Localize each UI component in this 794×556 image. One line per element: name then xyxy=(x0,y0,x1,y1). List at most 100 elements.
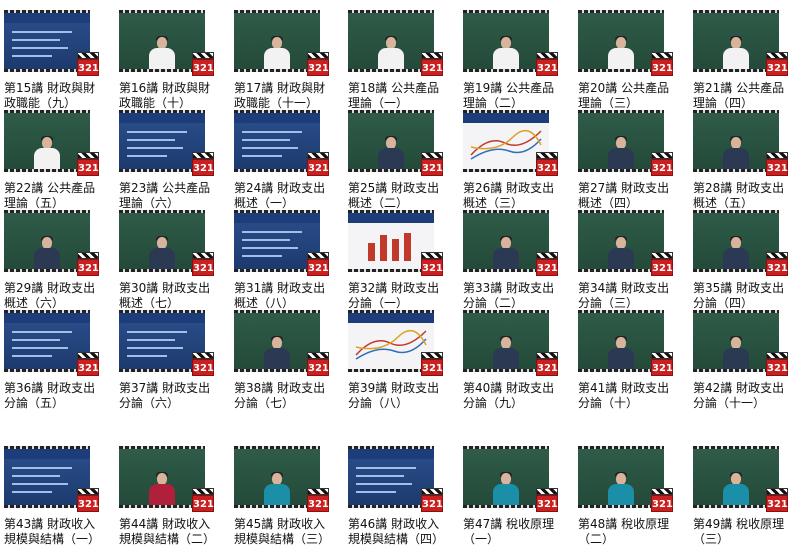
lecture-title[interactable]: 第18講 公共產品理論（一） xyxy=(348,81,448,111)
video-thumbnail[interactable]: 321 xyxy=(463,110,558,176)
lecture-tile[interactable]: 321 第36講 財政支出分論（五） xyxy=(4,310,110,411)
video-thumbnail[interactable]: 321 xyxy=(234,310,329,376)
lecture-title[interactable]: 第33講 財政支出分論（二） xyxy=(463,281,563,311)
lecture-title[interactable]: 第40講 財政支出分論（九） xyxy=(463,381,563,411)
lecture-title[interactable]: 第22講 公共產品理論（五） xyxy=(4,181,104,211)
lecture-tile[interactable]: 321 第45講 財政收入規模與結構（三） xyxy=(234,446,340,547)
lecture-tile[interactable]: 321 第32講 財政支出分論（一） xyxy=(348,210,454,311)
lecture-tile[interactable]: 321 第42講 財政支出分論（十一） xyxy=(693,310,794,411)
lecture-title[interactable]: 第25講 財政支出概述（二） xyxy=(348,181,448,211)
video-thumbnail[interactable]: 321 xyxy=(119,10,214,76)
lecture-tile[interactable]: 321 第29講 財政支出概述（六） xyxy=(4,210,110,311)
lecture-tile[interactable]: 321 第24講 財政支出概述（一） xyxy=(234,110,340,211)
video-thumbnail[interactable]: 321 xyxy=(4,10,99,76)
lecture-tile[interactable]: 321 第44講 財政收入規模與結構（二） xyxy=(119,446,225,547)
lecture-title[interactable]: 第36講 財政支出分論（五） xyxy=(4,381,104,411)
video-thumbnail[interactable]: 321 xyxy=(234,10,329,76)
lecture-title[interactable]: 第20講 公共產品理論（三） xyxy=(578,81,678,111)
video-thumbnail[interactable]: 321 xyxy=(348,10,443,76)
video-thumbnail[interactable]: 321 xyxy=(234,110,329,176)
lecture-tile[interactable]: 321 第37講 財政支出分論（六） xyxy=(119,310,225,411)
lecture-title[interactable]: 第45講 財政收入規模與結構（三） xyxy=(234,517,334,547)
lecture-title[interactable]: 第44講 財政收入規模與結構（二） xyxy=(119,517,219,547)
lecture-tile[interactable]: 321 第16講 財政與財政職能（十） xyxy=(119,10,225,111)
lecture-tile[interactable]: 321 第33講 財政支出分論（二） xyxy=(463,210,569,311)
video-thumbnail[interactable]: 321 xyxy=(119,210,214,276)
video-thumbnail[interactable]: 321 xyxy=(693,210,788,276)
lecture-title[interactable]: 第19講 公共產品理論（二） xyxy=(463,81,563,111)
lecture-title[interactable]: 第24講 財政支出概述（一） xyxy=(234,181,334,211)
video-thumbnail[interactable]: 321 xyxy=(463,446,558,512)
lecture-tile[interactable]: 321 第18講 公共產品理論（一） xyxy=(348,10,454,111)
lecture-tile[interactable]: 321 第48講 稅收原理（二） xyxy=(578,446,684,547)
lecture-title[interactable]: 第39講 財政支出分論（八） xyxy=(348,381,448,411)
lecture-title[interactable]: 第38講 財政支出分論（七） xyxy=(234,381,334,411)
lecture-title[interactable]: 第47講 稅收原理（一） xyxy=(463,517,563,547)
lecture-title[interactable]: 第16講 財政與財政職能（十） xyxy=(119,81,219,111)
lecture-title[interactable]: 第21講 公共產品理論（四） xyxy=(693,81,793,111)
video-thumbnail[interactable]: 321 xyxy=(578,210,673,276)
video-thumbnail[interactable]: 321 xyxy=(4,446,99,512)
lecture-tile[interactable]: 321 第19講 公共產品理論（二） xyxy=(463,10,569,111)
lecture-tile[interactable]: 321 第46講 財政收入規模與結構（四） xyxy=(348,446,454,547)
video-thumbnail[interactable]: 321 xyxy=(234,446,329,512)
video-thumbnail[interactable]: 321 xyxy=(119,446,214,512)
lecture-tile[interactable]: 321 第22講 公共產品理論（五） xyxy=(4,110,110,211)
lecture-tile[interactable]: 321 第23講 公共產品理論（六） xyxy=(119,110,225,211)
lecture-tile[interactable]: 321 第38講 財政支出分論（七） xyxy=(234,310,340,411)
lecture-title[interactable]: 第17講 財政與財政職能（十一） xyxy=(234,81,334,111)
lecture-title[interactable]: 第35講 財政支出分論（四） xyxy=(693,281,793,311)
lecture-tile[interactable]: 321 第20講 公共產品理論（三） xyxy=(578,10,684,111)
lecture-tile[interactable]: 321 第30講 財政支出概述（七） xyxy=(119,210,225,311)
lecture-tile[interactable]: 321 第35講 財政支出分論（四） xyxy=(693,210,794,311)
video-thumbnail[interactable]: 321 xyxy=(463,10,558,76)
video-thumbnail[interactable]: 321 xyxy=(693,446,788,512)
video-thumbnail[interactable]: 321 xyxy=(119,110,214,176)
video-thumbnail[interactable]: 321 xyxy=(348,110,443,176)
lecture-title[interactable]: 第31講 財政支出概述（八） xyxy=(234,281,334,311)
video-thumbnail[interactable]: 321 xyxy=(4,310,99,376)
lecture-tile[interactable]: 321 第31講 財政支出概述（八） xyxy=(234,210,340,311)
lecture-title[interactable]: 第32講 財政支出分論（一） xyxy=(348,281,448,311)
lecture-tile[interactable]: 321 第21講 公共產品理論（四） xyxy=(693,10,794,111)
video-thumbnail[interactable]: 321 xyxy=(578,110,673,176)
lecture-tile[interactable]: 321 第26講 財政支出概述（三） xyxy=(463,110,569,211)
lecture-title[interactable]: 第15講 財政與財政職能（九） xyxy=(4,81,104,111)
lecture-tile[interactable]: 321 第25講 財政支出概述（二） xyxy=(348,110,454,211)
video-thumbnail[interactable]: 321 xyxy=(578,310,673,376)
lecture-title[interactable]: 第30講 財政支出概述（七） xyxy=(119,281,219,311)
video-thumbnail[interactable]: 321 xyxy=(119,310,214,376)
lecture-tile[interactable]: 321 第47講 稅收原理（一） xyxy=(463,446,569,547)
lecture-tile[interactable]: 321 第17講 財政與財政職能（十一） xyxy=(234,10,340,111)
video-thumbnail[interactable]: 321 xyxy=(693,310,788,376)
video-thumbnail[interactable]: 321 xyxy=(463,210,558,276)
lecture-tile[interactable]: 321 第39講 財政支出分論（八） xyxy=(348,310,454,411)
lecture-title[interactable]: 第48講 稅收原理（二） xyxy=(578,517,678,547)
lecture-title[interactable]: 第34講 財政支出分論（三） xyxy=(578,281,678,311)
lecture-title[interactable]: 第43講 財政收入規模與結構（一） xyxy=(4,517,104,547)
lecture-tile[interactable]: 321 第34講 財政支出分論（三） xyxy=(578,210,684,311)
lecture-title[interactable]: 第42講 財政支出分論（十一） xyxy=(693,381,793,411)
lecture-tile[interactable]: 321 第40講 財政支出分論（九） xyxy=(463,310,569,411)
video-thumbnail[interactable]: 321 xyxy=(348,310,443,376)
video-thumbnail[interactable]: 321 xyxy=(693,110,788,176)
lecture-tile[interactable]: 321 第28講 財政支出概述（五） xyxy=(693,110,794,211)
lecture-tile[interactable]: 321 第27講 財政支出概述（四） xyxy=(578,110,684,211)
video-thumbnail[interactable]: 321 xyxy=(578,446,673,512)
lecture-title[interactable]: 第49講 稅收原理（三） xyxy=(693,517,793,547)
lecture-title[interactable]: 第46講 財政收入規模與結構（四） xyxy=(348,517,448,547)
lecture-tile[interactable]: 321 第15講 財政與財政職能（九） xyxy=(4,10,110,111)
lecture-tile[interactable]: 321 第49講 稅收原理（三） xyxy=(693,446,794,547)
lecture-title[interactable]: 第26講 財政支出概述（三） xyxy=(463,181,563,211)
lecture-title[interactable]: 第27講 財政支出概述（四） xyxy=(578,181,678,211)
video-thumbnail[interactable]: 321 xyxy=(348,446,443,512)
video-thumbnail[interactable]: 321 xyxy=(578,10,673,76)
video-thumbnail[interactable]: 321 xyxy=(4,110,99,176)
lecture-title[interactable]: 第29講 財政支出概述（六） xyxy=(4,281,104,311)
video-thumbnail[interactable]: 321 xyxy=(348,210,443,276)
video-thumbnail[interactable]: 321 xyxy=(4,210,99,276)
video-thumbnail[interactable]: 321 xyxy=(693,10,788,76)
lecture-title[interactable]: 第41講 財政支出分論（十） xyxy=(578,381,678,411)
lecture-tile[interactable]: 321 第41講 財政支出分論（十） xyxy=(578,310,684,411)
video-thumbnail[interactable]: 321 xyxy=(463,310,558,376)
